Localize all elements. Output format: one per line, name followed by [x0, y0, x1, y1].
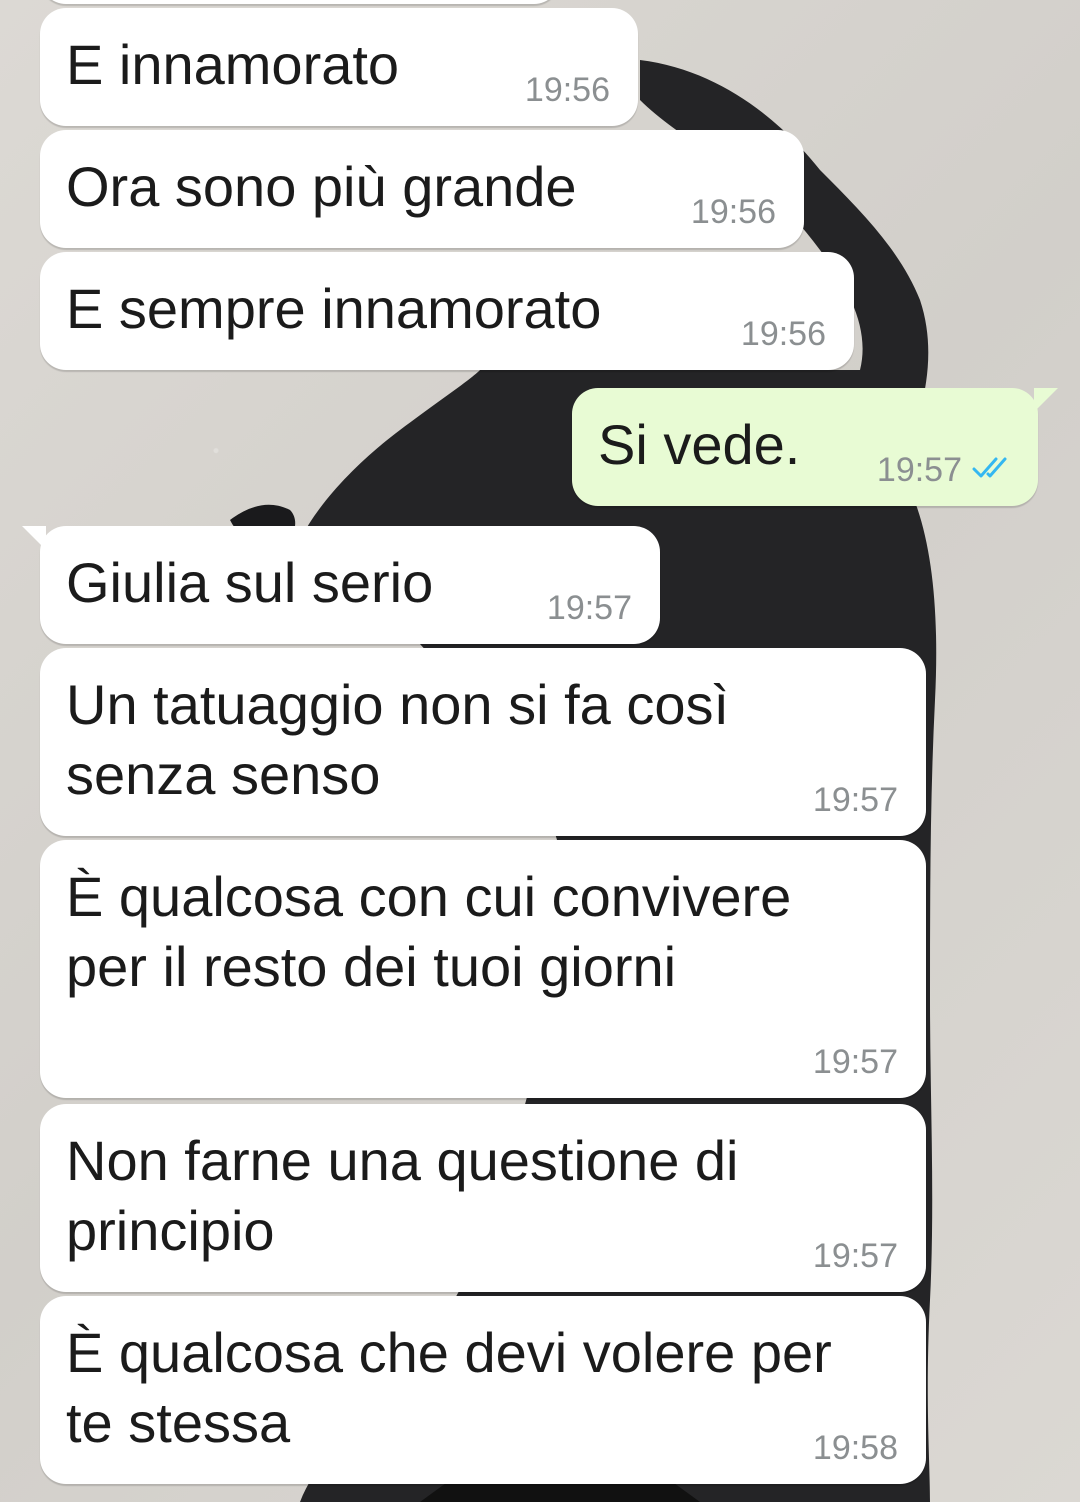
message-bubble-incoming[interactable]: È qualcosa che devi volere per te stessa… [40, 1296, 926, 1484]
message-time: 19:57 [812, 781, 898, 819]
message-bubble-outgoing[interactable]: Si vede. 19:57 [572, 388, 1058, 506]
message-time: 19:57 [546, 589, 632, 627]
message-time: 19:56 [740, 315, 826, 353]
message-text: E innamorato [66, 33, 400, 96]
message-timestamp: 19:56 [741, 315, 826, 354]
message-text: Non farne una questione di principio [66, 1129, 739, 1262]
message-bubble-incoming[interactable]: Non farne una questione di principio 19:… [40, 1104, 926, 1292]
message-bubble-incoming[interactable]: Giulia sul serio 19:57 [22, 526, 660, 644]
message-text: Si vede. [598, 413, 801, 476]
message-bubble-incoming[interactable]: È qualcosa con cui convivere per il rest… [40, 840, 926, 1098]
message-bubble-incoming[interactable]: Un tatuaggio non si fa così senza senso … [40, 648, 926, 836]
message-bubble-incoming[interactable]: E innamorato 19:56 [40, 8, 638, 126]
message-text: Un tatuaggio non si fa così senza senso [66, 673, 730, 806]
message-time: 19:57 [876, 451, 962, 489]
double-check-read-icon [972, 451, 1016, 490]
message-list[interactable]: E innamorato 19:56 Ora sono più grande 1… [0, 0, 1080, 1502]
message-text: È qualcosa con cui convivere per il rest… [66, 865, 792, 998]
message-time: 19:57 [812, 1237, 898, 1275]
message-time: 19:56 [524, 71, 610, 109]
message-text: Ora sono più grande [66, 155, 577, 218]
message-time: 19:56 [690, 193, 776, 231]
message-text: E sempre innamorato [66, 277, 602, 340]
message-text: È qualcosa che devi volere per te stessa [66, 1321, 832, 1454]
message-timestamp: 19:57 [813, 1237, 898, 1276]
message-timestamp: 19:57 [813, 1043, 898, 1082]
bubble-tail [22, 526, 46, 550]
message-timestamp: 19:57 [547, 589, 632, 628]
message-bubble-incoming[interactable]: Ora sono più grande 19:56 [40, 130, 804, 248]
message-timestamp: 19:56 [691, 193, 776, 232]
message-text: Giulia sul serio [66, 551, 434, 614]
message-bubble-partial [40, 0, 560, 4]
message-bubble-incoming[interactable]: E sempre innamorato 19:56 [40, 252, 854, 370]
message-timestamp: 19:57 [877, 451, 1016, 490]
message-timestamp: 19:58 [813, 1429, 898, 1468]
message-time: 19:58 [812, 1429, 898, 1467]
message-timestamp: 19:57 [813, 781, 898, 820]
message-timestamp: 19:56 [525, 71, 610, 110]
bubble-tail [1034, 388, 1058, 412]
message-time: 19:57 [812, 1043, 898, 1081]
